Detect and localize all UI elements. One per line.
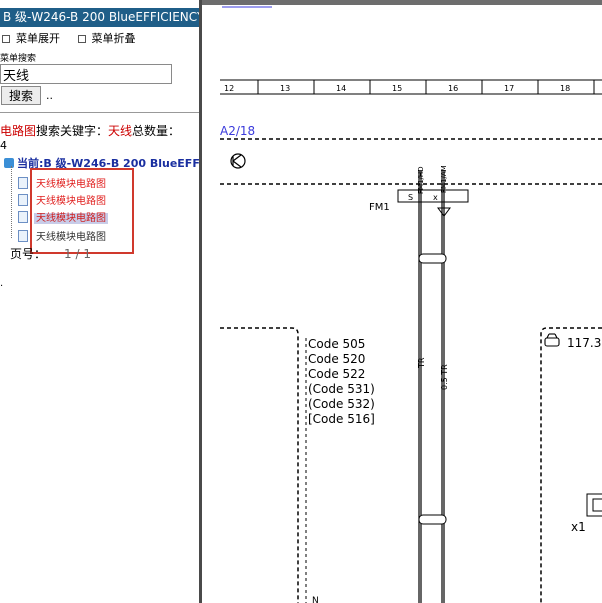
splice-top [418,253,447,264]
menu-toggles: 菜单展开 菜单折叠 [2,30,150,46]
wiring-diagram: 12 13 14 15 16 17 18 A2/18 FM1/HD FM1/AM… [202,0,602,603]
code-item: (Code 532) [308,397,375,411]
search-input[interactable] [0,64,172,84]
menu-collapse-button[interactable]: 菜单折叠 [77,32,136,45]
code-item: (Code 531) [308,382,375,396]
expand-icon [2,35,10,43]
result-summary: 电路图搜索关键字：天线总数量： [0,122,180,139]
menu-expand-button[interactable]: 菜单展开 [2,32,60,45]
highlight-box [30,168,134,254]
search-button[interactable]: 搜索 [1,86,41,105]
ruler-number: 15 [392,84,402,93]
diagram-canvas: 12 13 14 15 16 17 18 A2/18 FM1/HD FM1/AM… [220,6,602,603]
splice-bottom [418,514,447,525]
ruler-number: 12 [224,84,234,93]
ruler-number: 14 [336,84,346,93]
code-list: Code 505 Code 520 Code 522 (Code 531) (C… [308,337,375,426]
fm1-label: FM1 [369,202,390,213]
result-total-label: 总数量： [132,124,181,138]
reference-117: 117.3 [567,336,601,350]
ruler-number: 13 [280,84,290,93]
pin-x: x [433,193,438,202]
ruler-numbers: 12 13 14 15 16 17 18 [224,84,570,93]
x1-connector-inner [592,498,602,512]
separator [0,112,199,113]
pin-s: S [408,193,413,202]
collapse-icon [77,35,86,43]
menu-collapse-label: 菜单折叠 [91,32,136,45]
car-icon [544,333,560,347]
text-caret: . [0,278,4,289]
left-module-boundary [220,327,299,603]
document-icon [18,230,28,242]
pager-value: 1 / 1 [64,247,91,261]
dots-text: .. [46,89,53,102]
ruler-number: 17 [504,84,514,93]
search-label: 菜单搜索 [0,54,37,64]
code-item: Code 522 [308,367,365,381]
left-panel: B 级-W246-B 200 BlueEFFICIENCY 菜单展开 菜单折叠 … [0,0,199,603]
document-icon [18,194,28,206]
result-category: 电路图 [0,124,37,138]
ruler-number: 18 [560,84,570,93]
menu-expand-label: 菜单展开 [16,32,60,45]
result-count: 4 [0,139,7,152]
ruler-number: 16 [448,84,458,93]
x1-connector [586,493,602,517]
wire-label-05tr: 0.5 TR [440,364,449,390]
antenna-symbol-icon [230,153,246,169]
x1-label: x1 [571,520,586,534]
code-item: Code 520 [308,352,365,366]
vehicle-title: B 级-W246-B 200 BlueEFFICIENCY [0,8,199,27]
pager: 页号： 1 / 1 [10,245,91,262]
result-keyword: 天线 [108,124,133,138]
ruler-ticks [257,80,595,94]
pager-label: 页号： [10,247,47,261]
wire-label-tr: TR [417,357,426,369]
code-item: [Code 516] [308,412,375,426]
code-item: Code 505 [308,337,365,351]
sheet-reference: A2/18 [220,124,255,138]
result-keyword-label: 搜索关键字： [36,124,109,138]
document-icon [18,211,28,223]
right-module-boundary [540,327,602,603]
n-label: N [312,596,319,603]
document-icon [18,177,28,189]
